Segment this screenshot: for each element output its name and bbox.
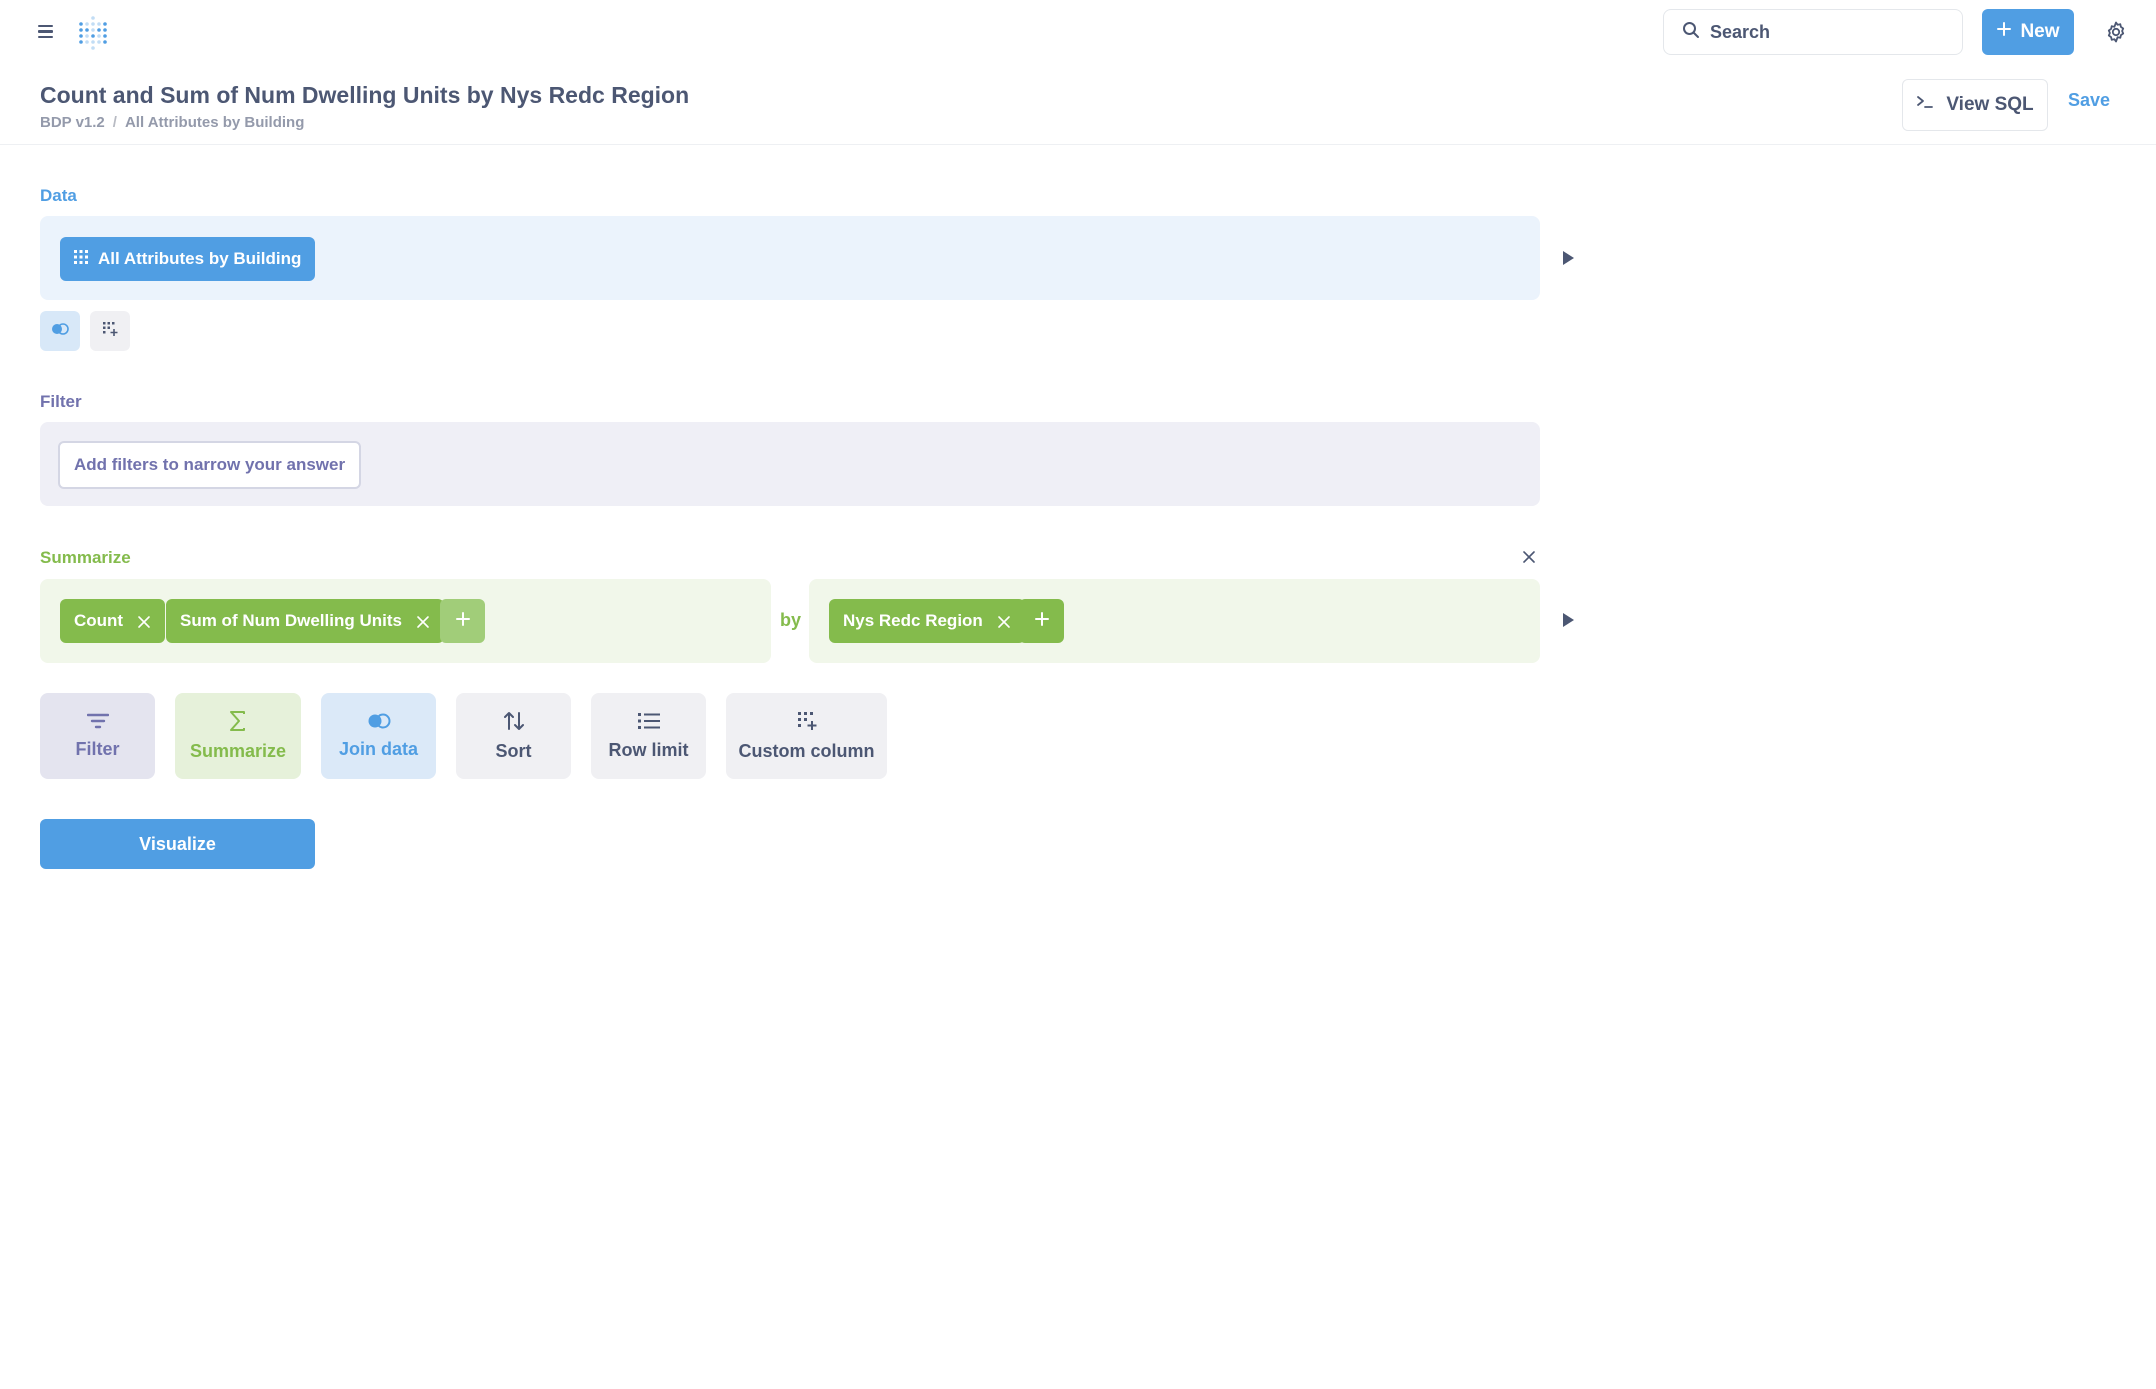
question-title[interactable]: Count and Sum of Num Dwelling Units by N… (40, 82, 689, 109)
add-summarize-step-button[interactable]: Summarize (175, 693, 301, 779)
search-icon (1682, 21, 1700, 44)
add-filter-step-button[interactable]: Filter (40, 693, 155, 779)
breadcrumb-table[interactable]: All Attributes by Building (125, 114, 304, 131)
data-source-label: All Attributes by Building (98, 249, 302, 268)
new-button[interactable]: New (1982, 9, 2074, 55)
visualize-button[interactable]: Visualize (40, 819, 315, 869)
metric-pill-count[interactable]: Count (60, 599, 166, 643)
step-label: Sort (495, 740, 532, 761)
remove-breakout-close-icon[interactable] (997, 614, 1011, 628)
add-custom-column-step-button[interactable]: Custom column (726, 693, 887, 779)
preview-data-play-icon[interactable] (1563, 251, 1574, 265)
step-label: Row limit (608, 739, 689, 760)
step-label: Summarize (189, 740, 287, 761)
metric-label: Sum of Num Dwelling Units (180, 611, 402, 630)
join-icon (51, 322, 69, 340)
list-icon (637, 712, 660, 730)
breakout-pill-region[interactable]: Nys Redc Region (829, 599, 1025, 643)
breadcrumb-database[interactable]: BDP v1.2 (40, 114, 105, 131)
sort-arrows-icon (503, 711, 525, 731)
save-button[interactable]: Save (2068, 90, 2110, 111)
metabase-logo-icon[interactable] (76, 14, 112, 50)
plus-icon (1996, 21, 2012, 43)
step-label: Custom column (738, 740, 875, 761)
view-sql-button[interactable]: View SQL (1902, 79, 2048, 131)
header-divider (0, 144, 2156, 145)
join-icon (366, 713, 392, 729)
settings-gear-icon[interactable] (2104, 20, 2128, 44)
plus-icon (1034, 611, 1050, 632)
metric-pill-sum[interactable]: Sum of Num Dwelling Units (166, 599, 444, 643)
add-join-step-button[interactable]: Join data (321, 693, 436, 779)
breadcrumb: BDP v1.2 / All Attributes by Building (40, 114, 304, 131)
remove-metric-close-icon[interactable] (137, 614, 151, 628)
custom-column-mini-button[interactable] (90, 311, 130, 351)
summarize-section-label: Summarize (40, 548, 131, 567)
terminal-icon (1916, 94, 1934, 116)
join-data-mini-button[interactable] (40, 311, 80, 351)
search-input[interactable] (1710, 21, 1940, 43)
data-section-label: Data (40, 186, 77, 205)
plus-icon (455, 611, 471, 632)
add-sort-step-button[interactable]: Sort (456, 693, 571, 779)
custom-column-icon (102, 321, 118, 342)
breakout-label: Nys Redc Region (843, 611, 983, 630)
view-sql-label: View SQL (1946, 94, 2034, 115)
add-row-limit-step-button[interactable]: Row limit (591, 693, 706, 779)
preview-summarize-play-icon[interactable] (1563, 613, 1574, 627)
by-label: by (780, 610, 802, 630)
filter-section-label: Filter (40, 392, 82, 411)
table-grid-icon (74, 249, 88, 269)
add-breakout-button[interactable] (1019, 599, 1064, 643)
sigma-icon (229, 710, 247, 731)
add-metric-button[interactable] (440, 599, 485, 643)
breadcrumb-separator: / (112, 114, 117, 131)
step-label: Filter (75, 738, 120, 759)
filter-icon (86, 713, 109, 729)
metric-label: Count (74, 611, 124, 630)
remove-summarize-close-icon[interactable] (1521, 549, 1537, 565)
custom-column-icon (797, 711, 817, 731)
new-button-label: New (2020, 21, 2060, 42)
add-filter-button[interactable]: Add filters to narrow your answer (58, 441, 362, 489)
search-bar[interactable] (1663, 9, 1963, 55)
data-source-pill[interactable]: All Attributes by Building (60, 237, 316, 281)
remove-metric-close-icon[interactable] (416, 614, 430, 628)
step-label: Join data (338, 738, 418, 759)
sidebar-toggle-button[interactable] (38, 22, 60, 42)
